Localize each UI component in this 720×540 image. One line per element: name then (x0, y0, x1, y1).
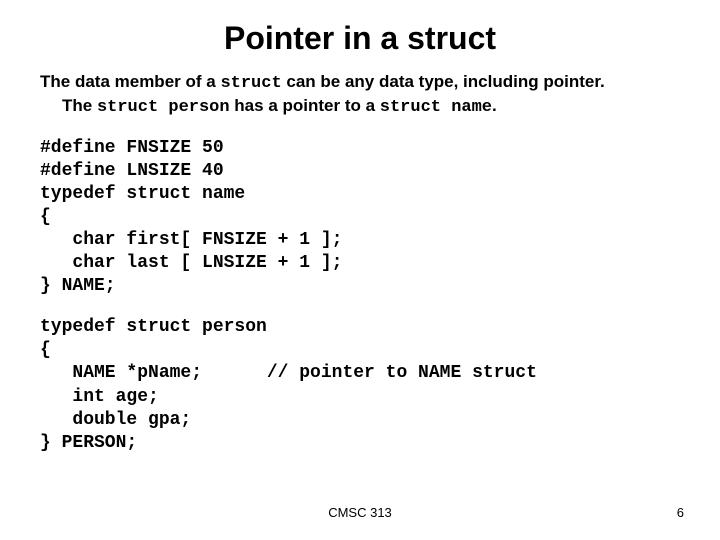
desc-text: The (62, 96, 97, 115)
desc-code: struct person (97, 98, 230, 117)
desc-code: struct name (380, 98, 492, 117)
description: The data member of a struct can be any d… (40, 71, 680, 119)
footer-page-number: 6 (677, 505, 684, 520)
desc-text: The data member of a (40, 72, 220, 91)
desc-text: has a pointer to a (230, 96, 380, 115)
desc-text: can be any data type, including pointer. (282, 72, 605, 91)
desc-text: . (492, 96, 497, 115)
code-block-name-struct: #define FNSIZE 50 #define LNSIZE 40 type… (40, 137, 680, 298)
slide: Pointer in a struct The data member of a… (0, 0, 720, 540)
footer-course: CMSC 313 (0, 505, 720, 520)
code-block-person-struct: typedef struct person { NAME *pName; // … (40, 316, 680, 454)
desc-code: struct (220, 74, 281, 93)
slide-title: Pointer in a struct (40, 20, 680, 57)
